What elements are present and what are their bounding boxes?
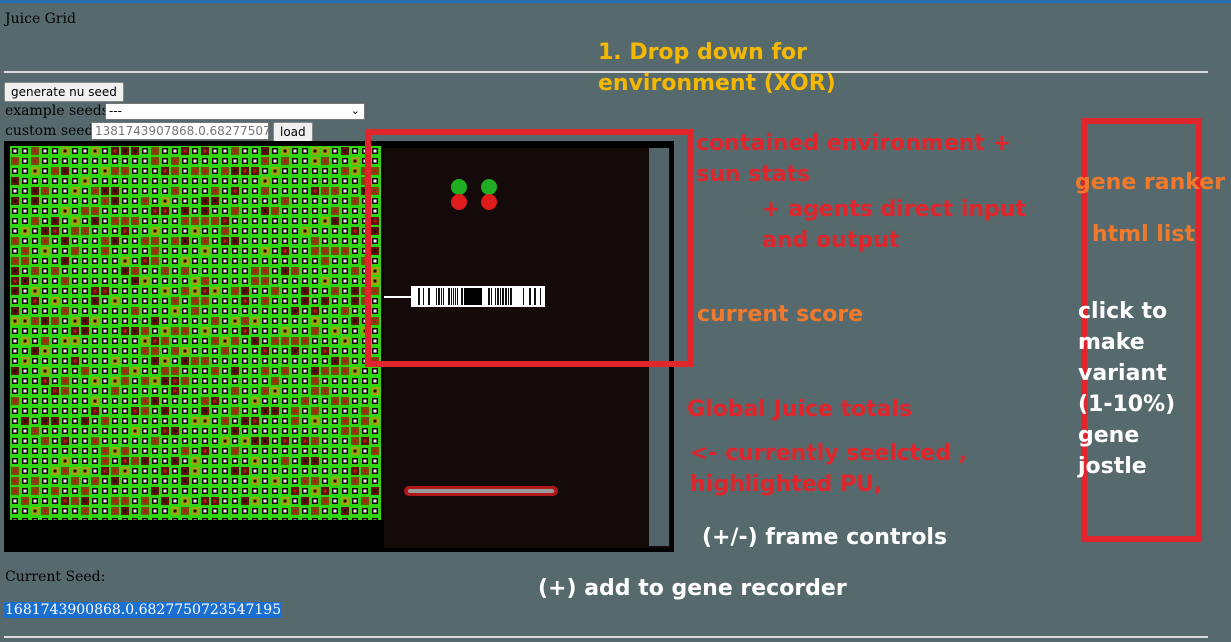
juice-total-fill [408, 489, 554, 493]
custom-seed-label: custom seed: [5, 123, 99, 139]
chevron-down-icon: ⌄ [350, 104, 360, 117]
annotation-contained-env: contained environment + sun stats [696, 131, 1011, 187]
example-seeds-select[interactable]: --- ⌄ [105, 103, 365, 120]
current-seed-label: Current Seed: [5, 569, 106, 585]
annotation-agents-io: + agents direct input and output [762, 197, 1026, 253]
example-seeds-label: example seeds: [5, 103, 114, 119]
annotation-current-score: current score [697, 302, 864, 327]
generate-seed-button[interactable]: generate nu seed [4, 82, 124, 102]
annotation-variant: click to make variant (1-10%) gene jostl… [1078, 299, 1176, 479]
annotation-global-juice: Global Juice totals [687, 397, 913, 422]
annotation-gene-recorder: (+) add to gene recorder [538, 576, 847, 601]
page-title: Juice Grid [5, 11, 76, 27]
contained-environment-highlight [365, 129, 693, 367]
window-top-border [0, 0, 1231, 3]
load-button[interactable]: load [273, 122, 313, 142]
annotation-gene-ranker: gene ranker [1075, 170, 1226, 195]
annotation-html-list: html list [1092, 222, 1195, 247]
annotation-frame-controls: (+/-) frame controls [702, 525, 948, 550]
annotation-dropdown: 1. Drop down for environment (XOR) [598, 40, 836, 96]
custom-seed-input[interactable]: 1381743907868.0.68277507 [91, 122, 269, 140]
example-seeds-value: --- [109, 104, 122, 118]
processing-unit-grid[interactable] [10, 146, 381, 520]
annotation-selected-pu: <- currently seelcted , highlighted PU, [690, 441, 967, 497]
divider-bottom [4, 636, 1208, 638]
current-seed-value[interactable]: 1681743900868.0.6827750723547195 [4, 602, 283, 618]
